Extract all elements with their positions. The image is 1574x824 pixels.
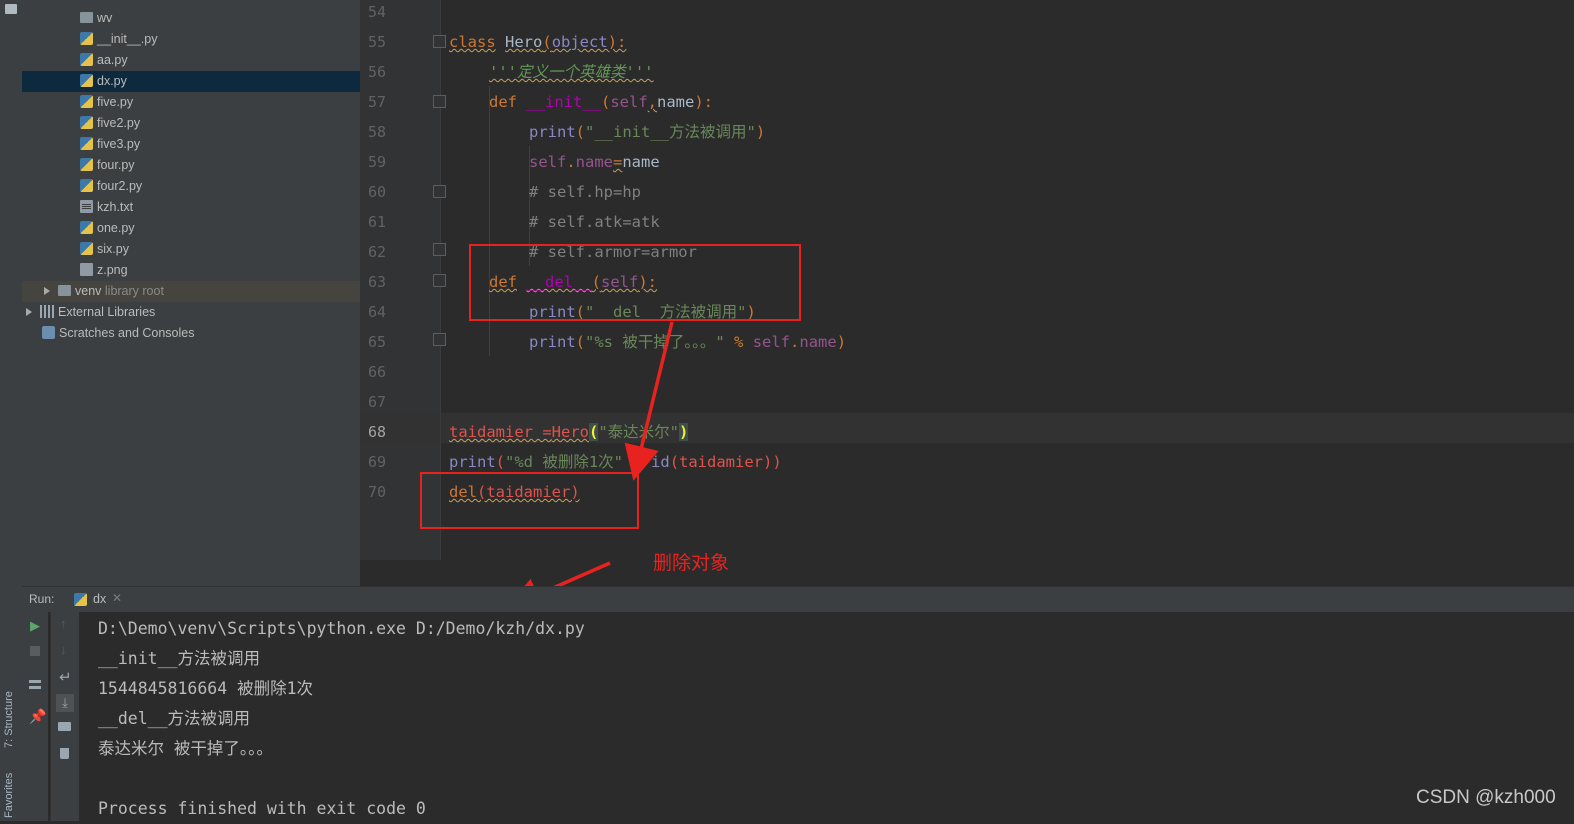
output-line: Process finished with exit code 0 [98, 799, 426, 818]
python-file-icon [74, 593, 87, 606]
output-line: 泰达米尔 被干掉了。。。 [98, 739, 273, 758]
run-toolbar-secondary: ↑ ↓ ↵ ⤓ [50, 612, 79, 821]
run-tab-label: dx [93, 592, 107, 606]
output-line: __del__方法被调用 [98, 709, 251, 728]
stop-icon[interactable] [30, 646, 40, 656]
output-line: __init__方法被调用 [98, 649, 260, 668]
print-icon[interactable] [58, 722, 71, 731]
watermark: CSDN @kzh000 [1416, 787, 1556, 808]
scroll-to-end-icon[interactable]: ⤓ [56, 694, 74, 712]
soft-wrap-icon[interactable]: ↵ [59, 668, 72, 686]
arrow-to-del-statement [624, 321, 674, 481]
layout-icon[interactable] [29, 680, 41, 689]
run-panel-header: Run: dx ✕ [22, 586, 1574, 613]
pin-icon[interactable]: 📌 [29, 708, 46, 725]
output-line: D:\Demo\venv\Scripts\python.exe D:/Demo/… [98, 619, 585, 638]
run-label: Run: [29, 592, 55, 606]
output-line: 1544845816664 被删除1次 [98, 679, 314, 698]
close-icon[interactable]: ✕ [112, 591, 122, 605]
trash-icon[interactable] [60, 748, 69, 759]
up-arrow-icon[interactable]: ↑ [60, 616, 67, 631]
down-arrow-icon[interactable]: ↓ [60, 642, 67, 657]
run-tab-dx[interactable]: dx ✕ [64, 587, 130, 613]
rerun-icon[interactable]: ▶ [30, 618, 40, 634]
run-toolbar: ▶ 📌 [22, 612, 48, 821]
